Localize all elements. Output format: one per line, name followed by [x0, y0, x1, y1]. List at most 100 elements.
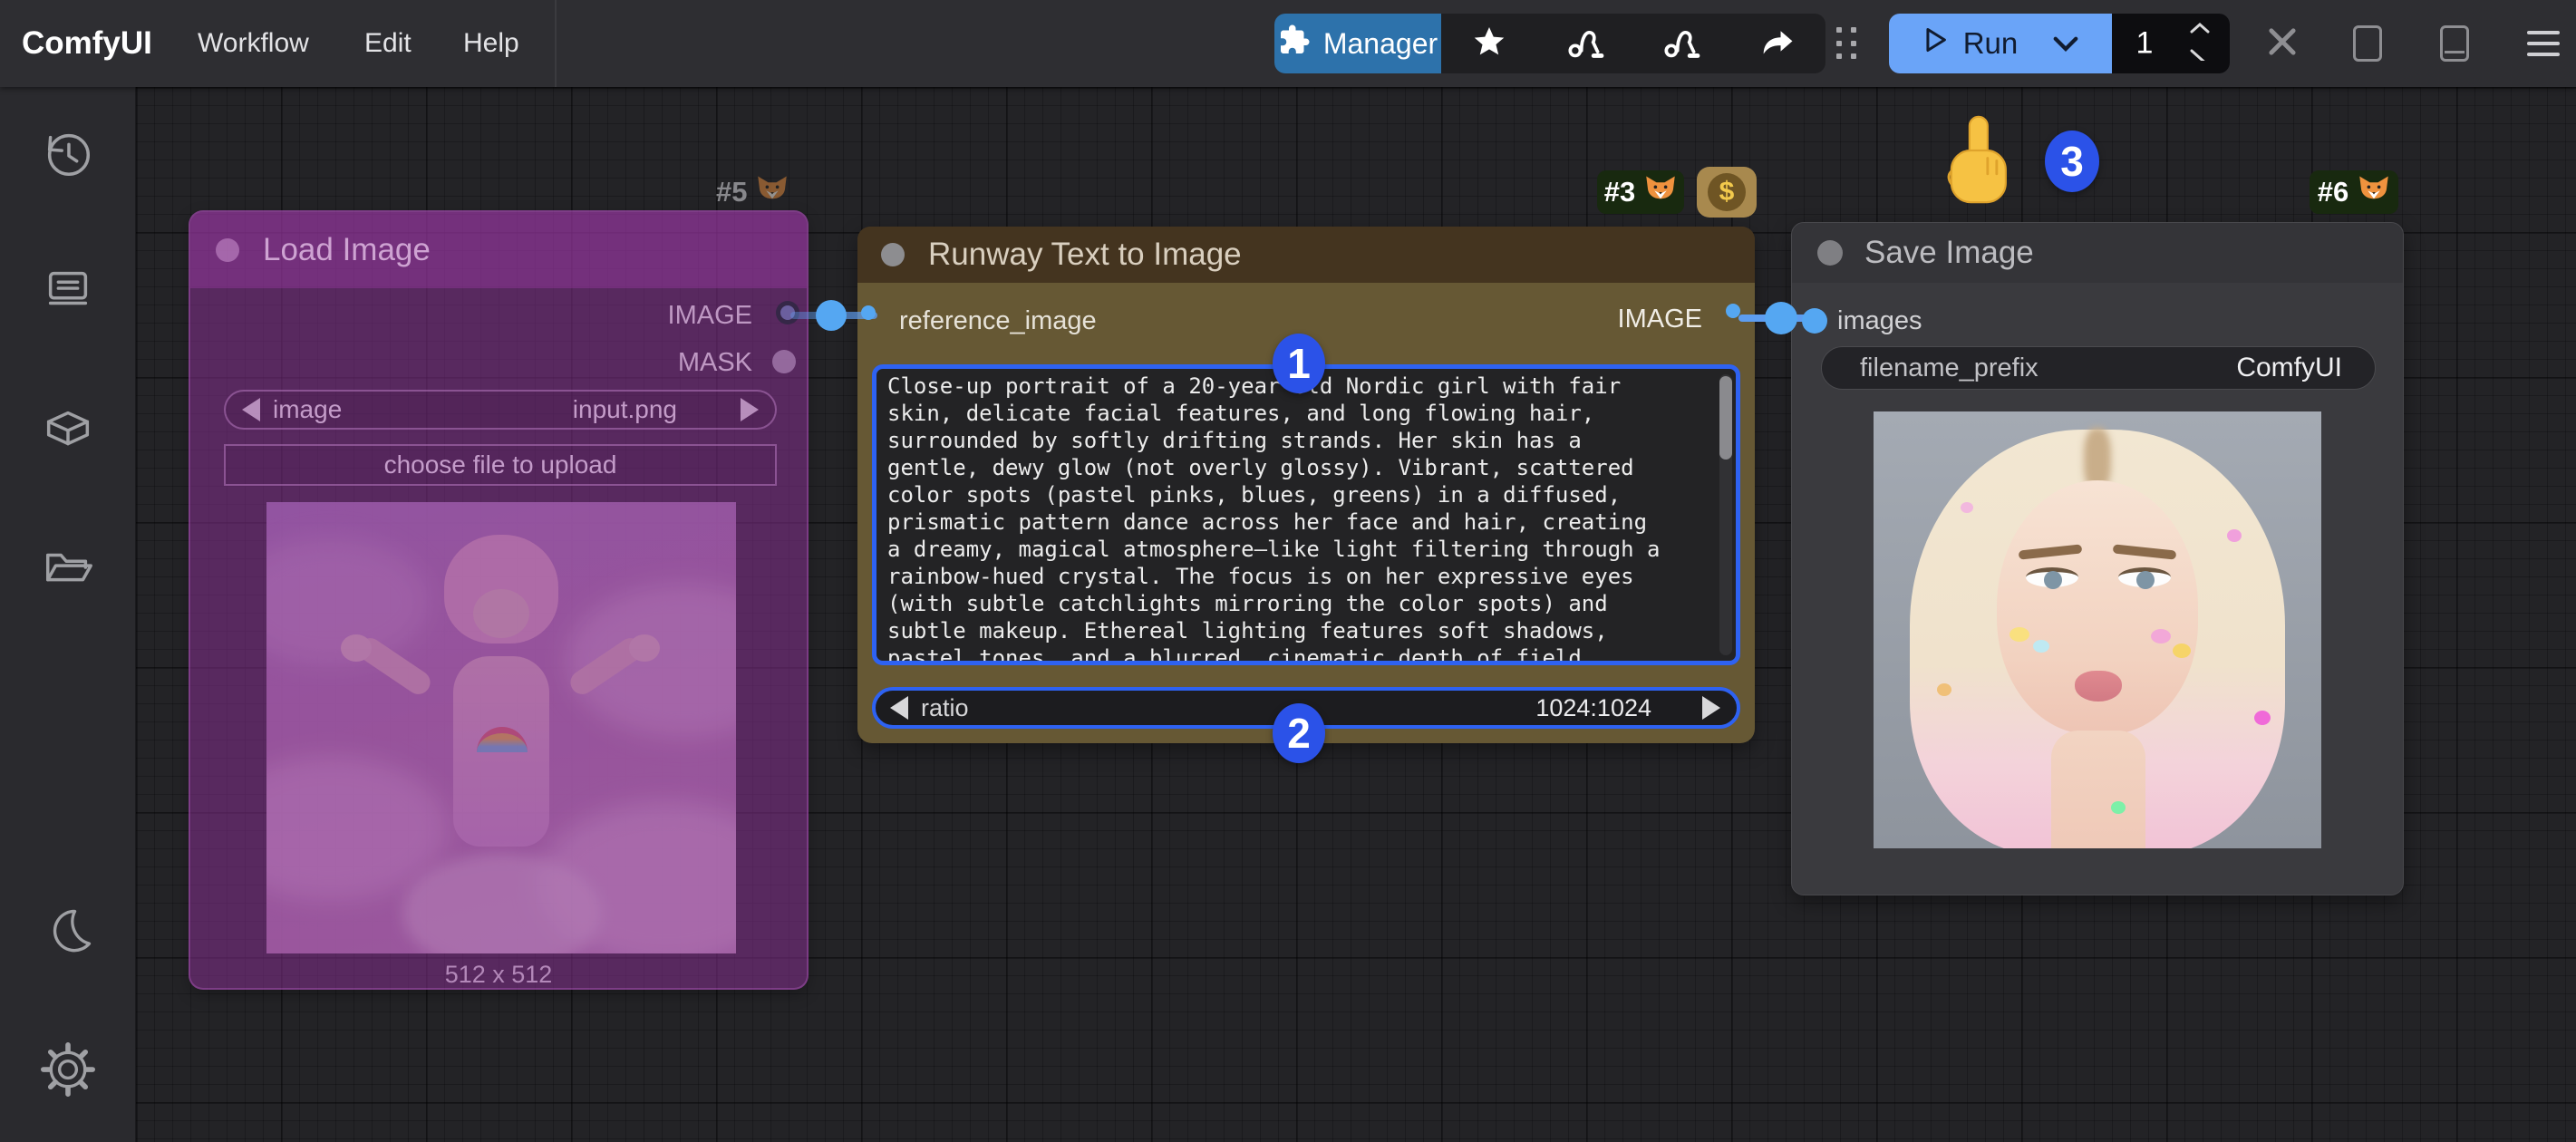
pointing-finger-icon	[1934, 114, 2018, 209]
choose-file-button[interactable]: choose file to upload	[224, 444, 777, 486]
focus-mode-button[interactable]	[2349, 25, 2386, 62]
run-label: Run	[1963, 26, 2019, 61]
widget-name: image	[273, 395, 342, 424]
output-port-image[interactable]	[1726, 304, 1740, 318]
step-2-marker: 2	[1273, 703, 1325, 763]
input-port-images[interactable]	[1802, 308, 1827, 334]
toolbar-drag-handle[interactable]	[1836, 27, 1860, 62]
paid-api-badge: $	[1697, 167, 1757, 218]
sidebar-button-workflows[interactable]	[32, 535, 104, 607]
fox-icon	[756, 174, 789, 210]
app-logo: ComfyUI	[22, 0, 152, 87]
collapse-dot-icon[interactable]	[216, 238, 239, 262]
widget-value: 1024:1024	[1535, 694, 1651, 722]
chevron-up-icon[interactable]	[2188, 22, 2212, 39]
node-save-image[interactable]: Save Image images filename_prefix ComfyU…	[1791, 222, 2404, 895]
image-size-label: 512 x 512	[190, 961, 807, 989]
manager-toolbar: Manager	[1274, 14, 1825, 73]
batch-count-value: 1	[2136, 26, 2154, 62]
run-controls: Run 1	[1889, 14, 2230, 73]
prev-value-arrow-icon[interactable]	[242, 398, 260, 421]
favorites-button[interactable]	[1441, 14, 1537, 73]
chevron-down-icon[interactable]	[2188, 48, 2212, 65]
next-value-arrow-icon[interactable]	[741, 398, 759, 421]
menu-workflow[interactable]: Workflow	[198, 0, 309, 87]
fox-icon	[1644, 174, 1677, 210]
output-label-image: IMAGE	[668, 301, 752, 331]
image-combo-widget[interactable]: image input.png	[224, 390, 777, 430]
sidebar-button-history[interactable]	[32, 120, 104, 192]
step-1-marker: 1	[1273, 334, 1325, 393]
open-folder-icon	[40, 541, 96, 602]
clean-all-button[interactable]	[1633, 14, 1729, 73]
puzzle-icon	[1278, 24, 1311, 63]
link-midpoint-dot[interactable]	[1765, 302, 1797, 334]
manager-button[interactable]: Manager	[1274, 14, 1441, 73]
node-title: Runway Text to Image	[928, 237, 1242, 273]
node-load-image[interactable]: Load Image IMAGE MASK image input.png ch…	[189, 210, 809, 990]
top-menubar: ComfyUI Workflow Edit Help Manager	[0, 0, 2576, 87]
comfyui-app: ComfyUI Workflow Edit Help Manager	[0, 0, 2576, 1142]
widget-value: input.png	[573, 395, 677, 424]
bottom-panel-toggle[interactable]	[2436, 25, 2473, 62]
close-icon	[2267, 26, 2298, 62]
input-label-images: images	[1837, 306, 1922, 336]
manager-label: Manager	[1323, 27, 1438, 61]
chevron-down-icon[interactable]	[2052, 26, 2079, 61]
menu-edit[interactable]: Edit	[364, 0, 412, 87]
portrait-lips	[2075, 671, 2122, 702]
node-id-badge: #6	[2310, 170, 2398, 214]
main-menu-button[interactable]	[2525, 25, 2561, 62]
node-id-text: #3	[1604, 176, 1635, 208]
menubar-divider	[555, 0, 557, 87]
history-icon	[40, 126, 96, 187]
widget-name: filename_prefix	[1860, 353, 2039, 383]
play-icon	[1922, 25, 1949, 62]
widget-value: ComfyUI	[2236, 353, 2342, 383]
node-id-badge: #5	[716, 174, 789, 210]
saved-image-preview	[1874, 411, 2321, 848]
cube-icon	[40, 402, 96, 462]
prompt-textarea[interactable]: Close-up portrait of a 20-year-old Nordi…	[872, 364, 1740, 665]
node-title: Load Image	[263, 232, 431, 268]
moon-icon	[41, 905, 95, 963]
share-arrow-icon	[1759, 25, 1796, 63]
star-icon	[1472, 25, 1506, 63]
next-value-arrow-icon[interactable]	[1702, 696, 1720, 720]
left-sidebar	[0, 87, 136, 1142]
link-midpoint-dot[interactable]	[816, 300, 847, 331]
step-3-marker: 3	[2045, 131, 2099, 192]
window-icon	[2353, 25, 2382, 62]
input-port-reference-image[interactable]	[861, 305, 876, 320]
node-id-text: #6	[2318, 176, 2348, 208]
run-button[interactable]: Run	[1889, 14, 2112, 73]
menu-help[interactable]: Help	[463, 0, 519, 87]
node-id-text: #5	[716, 176, 747, 208]
clean-workflow-button[interactable]	[1537, 14, 1633, 73]
vacuum-cleaner-icon	[1566, 24, 1604, 64]
fox-icon	[2358, 174, 2390, 210]
scrollbar-thumb[interactable]	[1719, 376, 1732, 460]
sidebar-button-queue[interactable]	[32, 256, 104, 328]
collapse-dot-icon[interactable]	[881, 243, 905, 266]
batch-count-stepper[interactable]: 1	[2112, 14, 2230, 73]
output-port-mask[interactable]	[772, 350, 796, 373]
node-header[interactable]: Load Image	[190, 212, 807, 288]
prev-value-arrow-icon[interactable]	[890, 696, 908, 720]
queue-list-icon	[40, 262, 96, 323]
share-button[interactable]	[1729, 14, 1825, 73]
filename-prefix-widget[interactable]: filename_prefix ComfyUI	[1821, 346, 2376, 390]
node-header[interactable]: Runway Text to Image	[857, 227, 1755, 283]
dollar-coin-icon: $	[1708, 173, 1746, 211]
portrait-neck	[2051, 731, 2145, 848]
collapse-dot-icon[interactable]	[1817, 240, 1843, 266]
node-runway-text-to-image[interactable]: Runway Text to Image reference_image IMA…	[857, 227, 1755, 743]
sidebar-button-settings[interactable]	[32, 1035, 104, 1108]
sidebar-button-theme-toggle[interactable]	[32, 897, 104, 970]
output-label-image: IMAGE	[1618, 305, 1702, 334]
sidebar-button-node-library[interactable]	[32, 395, 104, 468]
widget-name: ratio	[921, 694, 969, 722]
close-workflow-button[interactable]	[2264, 25, 2300, 62]
bottom-panel-icon	[2440, 25, 2469, 62]
node-header[interactable]: Save Image	[1792, 223, 2403, 283]
